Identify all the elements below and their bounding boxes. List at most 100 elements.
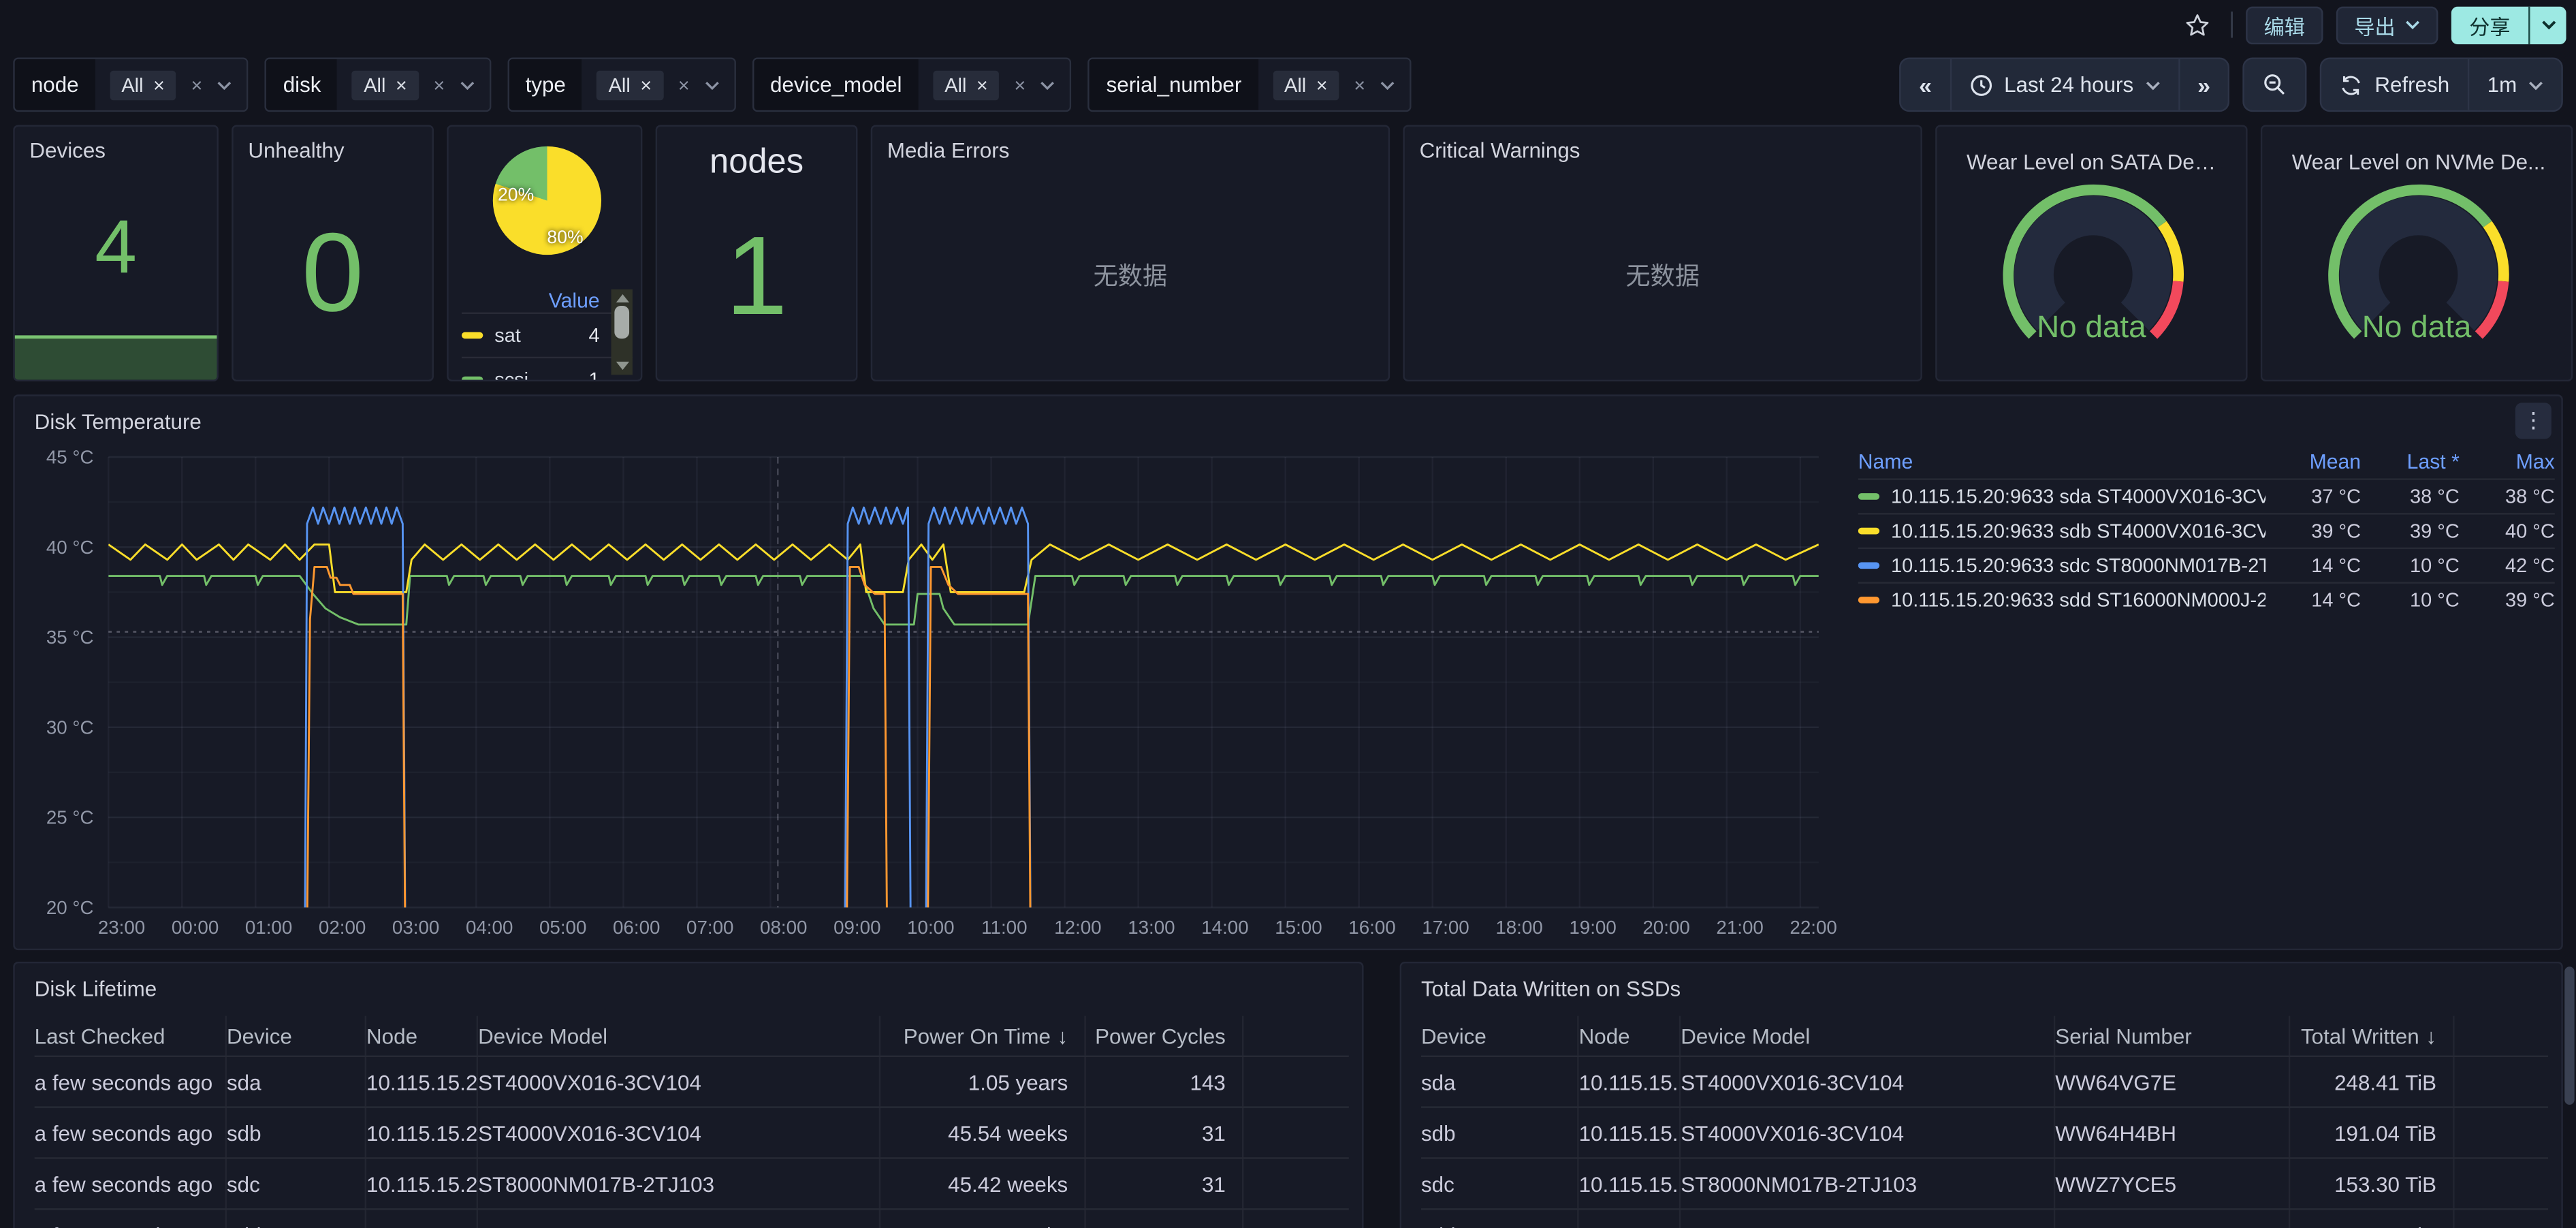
filter-label[interactable]: node	[15, 59, 95, 110]
filter-selected-chip[interactable]: All×	[597, 70, 663, 99]
legend-mean-value: 14 °C	[2265, 588, 2361, 612]
refresh-button[interactable]: Refresh	[2322, 59, 2468, 110]
panel-title[interactable]: nodes	[657, 143, 856, 183]
filter-clear-icon[interactable]: ×	[1014, 73, 1025, 96]
pie-legend-row[interactable]: scsi 1	[462, 357, 633, 381]
scroll-down-icon[interactable]	[616, 362, 629, 370]
time-shift-back-button[interactable]: «	[1901, 59, 1950, 110]
series-line	[108, 576, 1819, 625]
legend-row: 10.115.15.20:9633 sdc ST8000NM017B-2TJ10…	[1858, 548, 2555, 582]
table-cell: 112.38 TiB	[2290, 1210, 2454, 1228]
panel-title[interactable]: Wear Level on SATA Devi...	[1952, 138, 2236, 174]
filter-selected-chip[interactable]: All×	[352, 70, 418, 99]
temperature-time-series-chart[interactable]: 45 °C40 °C35 °C30 °C25 °C20 °C23:0000:00…	[15, 396, 1839, 949]
panel-title[interactable]: Total Data Written on SSDs	[1421, 977, 1681, 1001]
pie-legend-label[interactable]: sat	[494, 324, 577, 347]
x-axis-tick-label: 12:00	[1054, 917, 1101, 938]
panel-title[interactable]: Media Errors	[887, 138, 1378, 163]
chip-remove-icon[interactable]: ×	[640, 73, 652, 96]
share-button[interactable]: 分享	[2451, 5, 2528, 44]
export-button[interactable]: 导出	[2336, 5, 2438, 44]
filter-clear-icon[interactable]: ×	[433, 73, 445, 96]
pie-legend-scrollbar[interactable]	[611, 289, 633, 375]
filter-selected-chip[interactable]: All×	[110, 70, 176, 99]
edit-button[interactable]: 编辑	[2246, 5, 2323, 44]
column-header[interactable]: Device	[1421, 1016, 1579, 1056]
zoom-out-button[interactable]	[2245, 59, 2306, 110]
pie-legend-value: 1	[589, 368, 600, 381]
share-dropdown-button[interactable]	[2528, 5, 2566, 44]
x-axis-tick-label: 07:00	[686, 917, 733, 938]
legend-column-header[interactable]: Mean	[2265, 450, 2361, 473]
panel-title[interactable]: Wear Level on NVMe De...	[2277, 138, 2561, 174]
gauge-no-data-text: No data	[1937, 311, 2246, 347]
filter-dropdown-arrow[interactable]	[1040, 80, 1055, 89]
chip-remove-icon[interactable]: ×	[396, 73, 407, 96]
filter-clear-icon[interactable]: ×	[1354, 73, 1365, 96]
filter-dropdown-arrow[interactable]	[460, 80, 475, 89]
chip-remove-icon[interactable]: ×	[153, 73, 165, 96]
filter-dropdown-arrow[interactable]	[1380, 80, 1395, 89]
filter-value-box[interactable]: All××	[582, 59, 734, 110]
devices-value: 4	[15, 202, 217, 291]
legend-max-value: 39 °C	[2460, 588, 2555, 612]
legend-series-name[interactable]: 10.115.15.20:9633 sdc ST8000NM017B-2TJ10…	[1858, 554, 2265, 577]
panel-menu-kebab-icon[interactable]: ⋮	[2515, 403, 2551, 439]
filter-clear-icon[interactable]: ×	[191, 73, 203, 96]
time-range-picker[interactable]: Last 24 hours	[1950, 59, 2178, 110]
filter-value-box[interactable]: All××	[1258, 59, 1410, 110]
page-scrollbar-thumb[interactable]	[2564, 966, 2574, 1105]
filter-label[interactable]: device_model	[754, 59, 919, 110]
panel-title[interactable]: Critical Warnings	[1420, 138, 1911, 163]
refresh-interval-dropdown[interactable]: 1m	[2468, 59, 2562, 110]
pie-legend-row[interactable]: sat4	[462, 313, 633, 357]
column-header[interactable]: Device Model	[1681, 1016, 2055, 1056]
filter-value-box[interactable]: All××	[95, 59, 247, 110]
column-header[interactable]: Node	[1579, 1016, 1681, 1056]
pie-legend-header[interactable]: Value	[462, 289, 633, 313]
legend-series-name[interactable]: 10.115.15.20:9633 sda ST4000VX016-3CV104	[1858, 485, 2265, 508]
gauge-no-data-text: No data	[2262, 311, 2571, 347]
chevron-down-icon	[460, 80, 475, 89]
legend-series-name[interactable]: 10.115.15.20:9633 sdb ST4000VX016-3CV104	[1858, 520, 2265, 543]
panel-title[interactable]: Disk Lifetime	[35, 977, 157, 1001]
pie-legend-label[interactable]: scsi	[494, 368, 577, 381]
scroll-up-icon[interactable]	[616, 294, 629, 302]
column-header[interactable]: Device	[227, 1016, 366, 1056]
filter-disk: diskAll××	[265, 57, 491, 112]
chip-remove-icon[interactable]: ×	[1316, 73, 1328, 96]
table-cell: WWZ7YCE5	[2055, 1159, 2290, 1208]
panel-title[interactable]: Disk Temperature	[35, 409, 202, 434]
legend-column-header[interactable]: Name	[1858, 450, 2265, 473]
filter-label[interactable]: type	[509, 59, 582, 110]
column-header[interactable]: Power Cycles	[1086, 1016, 1244, 1056]
filter-selected-chip[interactable]: All×	[933, 70, 999, 99]
panel-title[interactable]: Unhealthy	[248, 138, 422, 163]
table-cell: ST8000NM017B-2TJ103	[478, 1159, 880, 1208]
column-header[interactable]: Device Model	[478, 1016, 880, 1056]
column-header[interactable]: Last Checked	[35, 1016, 227, 1056]
filter-dropdown-arrow[interactable]	[704, 80, 719, 89]
column-header[interactable]: Node	[366, 1016, 478, 1056]
filter-selected-chip[interactable]: All×	[1273, 70, 1339, 99]
filter-dropdown-arrow[interactable]	[217, 80, 232, 89]
filter-label[interactable]: serial_number	[1090, 59, 1258, 110]
column-header[interactable]: Serial Number	[2055, 1016, 2290, 1056]
scrollbar-thumb[interactable]	[614, 306, 629, 339]
panel-title[interactable]: Devices	[29, 138, 207, 163]
favorite-star-icon[interactable]	[2178, 7, 2218, 43]
filter-value-box[interactable]: All××	[338, 59, 490, 110]
series-color-marker	[1858, 597, 1879, 603]
legend-column-header[interactable]: Max	[2460, 450, 2555, 473]
time-shift-forward-button[interactable]: »	[2178, 59, 2228, 110]
filter-clear-icon[interactable]: ×	[678, 73, 690, 96]
legend-series-name[interactable]: 10.115.15.20:9633 sdd ST16000NM000J-2TW1…	[1858, 588, 2265, 612]
table-cell: 30.73 weeks	[880, 1210, 1086, 1228]
column-header[interactable]: Power On Time↓	[880, 1016, 1086, 1056]
chevron-down-icon	[704, 80, 719, 89]
legend-column-header[interactable]: Last *	[2361, 450, 2460, 473]
column-header[interactable]: Total Written↓	[2290, 1016, 2454, 1056]
filter-value-box[interactable]: All××	[919, 59, 1070, 110]
filter-label[interactable]: disk	[267, 59, 338, 110]
chip-remove-icon[interactable]: ×	[976, 73, 988, 96]
